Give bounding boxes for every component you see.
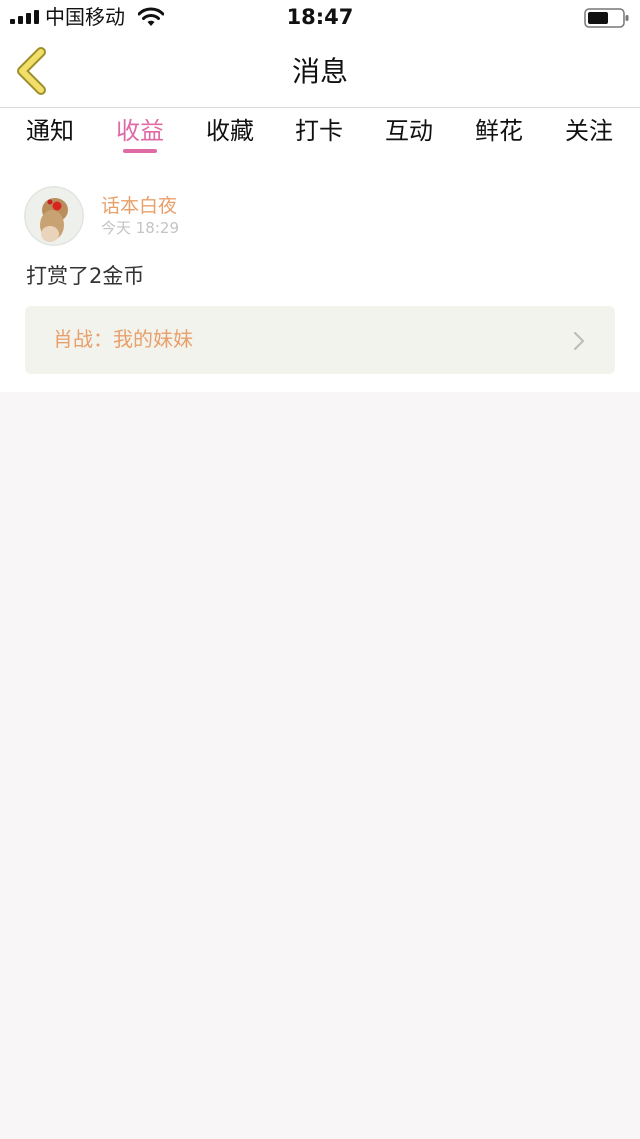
status-bar: 中国移动 18:47	[0, 0, 640, 36]
avatar-image	[24, 186, 84, 246]
nav-bar: 消息	[0, 36, 640, 108]
active-tab-indicator	[123, 149, 157, 153]
tab-flowers[interactable]: 鲜花	[464, 116, 534, 146]
tab-interactions[interactable]: 互动	[374, 116, 444, 146]
sender-name[interactable]: 话本白夜	[101, 194, 177, 218]
message-item: 话本白夜 今天 18:29 打赏了2金币 肖战：我的妹妹	[0, 158, 640, 392]
linked-story-card[interactable]: 肖战：我的妹妹	[25, 306, 615, 374]
message-timestamp: 今天 18:29	[101, 219, 179, 237]
avatar[interactable]	[24, 186, 84, 246]
empty-area	[0, 392, 640, 1139]
tab-checkin[interactable]: 打卡	[284, 116, 354, 146]
tab-notifications[interactable]: 通知	[15, 116, 85, 146]
chevron-right-icon	[573, 331, 585, 351]
clock: 18:47	[286, 5, 354, 29]
tab-earnings[interactable]: 收益	[105, 116, 175, 146]
page-title: 消息	[291, 55, 348, 88]
message-text: 打赏了2金币	[26, 264, 145, 288]
battery-icon	[584, 8, 629, 28]
linked-story-title: 肖战：我的妹妹	[53, 327, 193, 351]
tab-bar: 通知 收益 收藏 打卡 互动 鲜花 关注	[0, 108, 640, 158]
tab-favorites[interactable]: 收藏	[195, 116, 265, 146]
tab-follow[interactable]: 关注	[554, 116, 624, 146]
